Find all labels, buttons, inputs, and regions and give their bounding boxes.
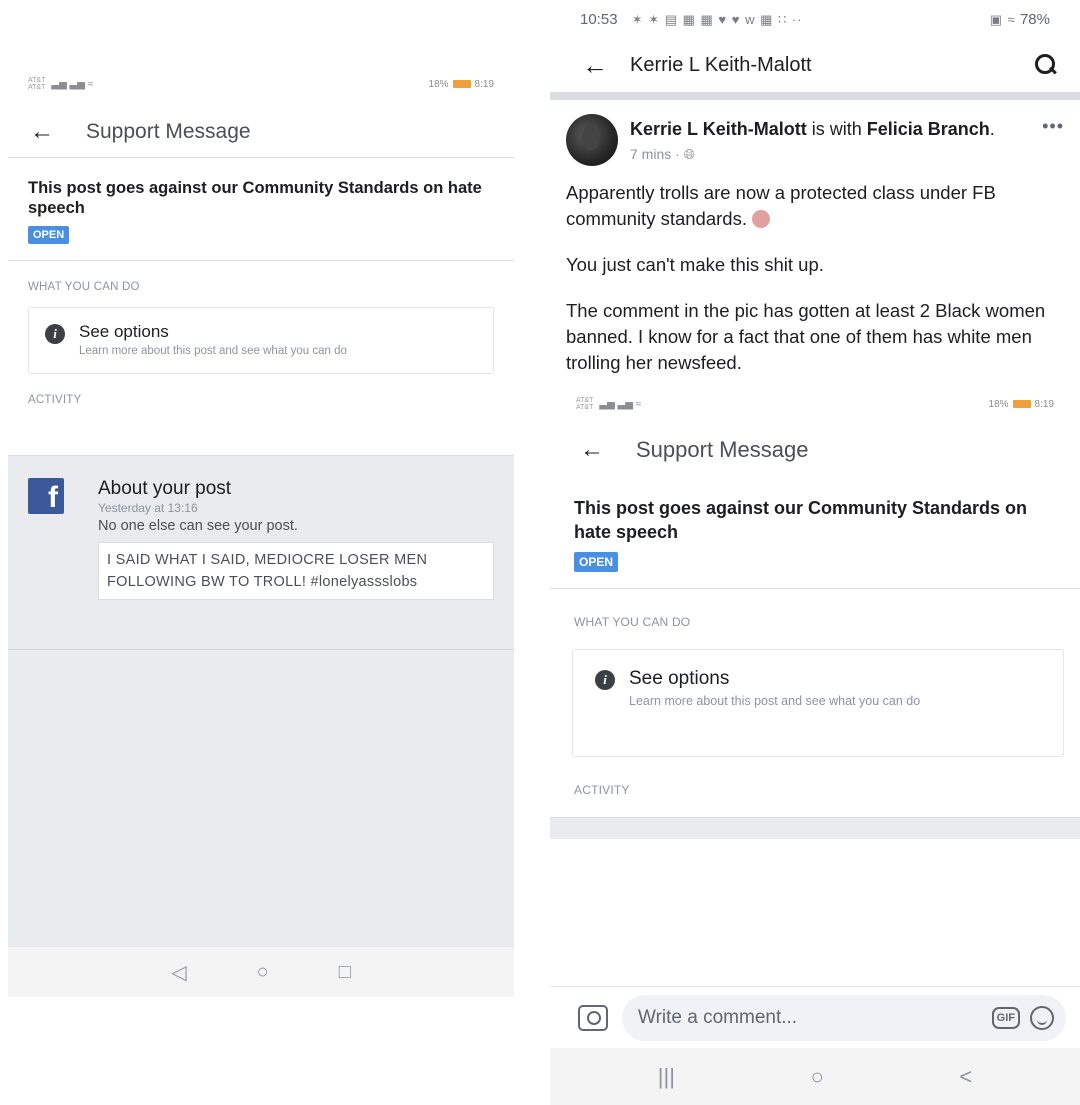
emoji-icon[interactable]: [1030, 1005, 1054, 1030]
post-paragraph: The comment in the pic has gotten at lea…: [566, 300, 1046, 373]
see-options-card[interactable]: i See options Learn more about this post…: [28, 307, 494, 374]
tagged-name[interactable]: Felicia Branch: [867, 119, 990, 139]
message-header: This post goes against our Community Sta…: [550, 476, 1080, 589]
right-screenshot: 10:53 ✶ ✶ ▤ ▦ ▦ ♥ ♥ w ▦ ∷ ·· ▣ ≈ 78% ← K…: [550, 0, 1080, 1105]
gif-button[interactable]: GIF: [991, 1006, 1020, 1029]
post-header: Kerrie L Keith-Malott is with Felicia Br…: [550, 100, 1080, 166]
post-paragraph: You just can't make this shit up.: [566, 254, 824, 275]
activity-title: About your post: [98, 478, 232, 499]
carrier-label: AT&T AT&T: [576, 397, 594, 411]
activity-list: f About your post Yesterday at 13:16 No …: [8, 455, 514, 946]
system-icons: ▣ ≈: [989, 11, 1016, 27]
search-icon[interactable]: [1034, 53, 1058, 77]
status-time: 10:53: [580, 10, 618, 28]
status-time: 8:19: [474, 78, 494, 90]
section-label-activity: ACTIVITY: [574, 783, 630, 797]
activity-strip: [550, 817, 1080, 839]
author-name[interactable]: Kerrie L Keith-Malott: [630, 119, 807, 139]
option-description: Learn more about this post and see what …: [629, 694, 921, 708]
profile-name: Kerrie L Keith-Malott: [630, 53, 812, 76]
notification-icons: ✶ ✶ ▤ ▦ ▦ ♥ ♥ w ▦ ∷ ··: [631, 11, 803, 27]
more-options-icon[interactable]: •••: [1042, 114, 1064, 166]
avatar[interactable]: [566, 114, 618, 166]
status-bar: 10:53 ✶ ✶ ▤ ▦ ▦ ♥ ♥ w ▦ ∷ ·· ▣ ≈ 78%: [550, 0, 1080, 38]
battery-percent: 78%: [1019, 10, 1050, 28]
comment-input[interactable]: Write a comment... GIF: [622, 994, 1066, 1041]
quoted-post: I SAID WHAT I SAID, MEDIOCRE LOSER MEN F…: [98, 542, 494, 600]
left-screenshot: AT&T AT&T ▃▅ ▃▅ ≈ 18% 8:19 ← Support Mes…: [8, 62, 514, 997]
status-badge: OPEN: [28, 226, 70, 244]
comment-placeholder: Write a comment...: [638, 1006, 798, 1028]
facebook-logo-icon: f: [28, 478, 64, 514]
section-label-what-you-can-do: WHAT YOU CAN DO: [574, 615, 691, 629]
signal-icon: ▃▅ ▃▅ ≈: [599, 398, 642, 410]
activity-subtitle: No one else can see your post.: [98, 518, 298, 534]
option-title: See options: [79, 322, 169, 341]
nav-back-icon[interactable]: ◁: [171, 960, 186, 985]
app-bar: ← Support Message: [8, 106, 514, 158]
with-text: is with: [811, 119, 862, 139]
nav-home-icon[interactable]: ○: [257, 961, 269, 984]
status-bar: AT&T AT&T ▃▅ ▃▅ ≈ 18% 8:19: [8, 62, 514, 106]
nav-back-icon[interactable]: <: [959, 1064, 972, 1090]
info-icon: i: [45, 324, 65, 344]
system-nav-bar: ||| ○ <: [550, 1048, 1080, 1105]
facepalm-emoji-icon: [752, 210, 771, 228]
status-bar: AT&T AT&T ▃▅ ▃▅ ≈ 18% 8:19: [550, 384, 1080, 424]
message-headline: This post goes against our Community Sta…: [28, 179, 482, 217]
post-paragraph: Apparently trolls are now a protected cl…: [566, 182, 996, 229]
nav-home-icon[interactable]: ○: [811, 1064, 824, 1090]
info-icon: i: [595, 670, 615, 690]
post-author-line: Kerrie L Keith-Malott is with Felicia Br…: [630, 114, 1030, 166]
battery-percent: 18%: [428, 78, 449, 90]
option-description: Learn more about this post and see what …: [79, 345, 347, 357]
page-title: Support Message: [636, 437, 809, 462]
page-title: Support Message: [86, 119, 251, 143]
section-label-what-you-can-do: WHAT YOU CAN DO: [28, 281, 140, 293]
see-options-card: i See options Learn more about this post…: [572, 649, 1064, 757]
message-headline: This post goes against our Community Sta…: [574, 498, 1028, 542]
option-title: See options: [629, 668, 730, 689]
message-header: This post goes against our Community Sta…: [8, 158, 514, 261]
battery-icon: [452, 80, 471, 88]
status-time: 8:19: [1034, 398, 1054, 410]
camera-icon[interactable]: [578, 1004, 608, 1031]
back-arrow-icon: ←: [580, 436, 604, 463]
back-arrow-icon[interactable]: ←: [30, 118, 86, 146]
comment-bar: Write a comment... GIF: [550, 986, 1080, 1048]
post-body: Apparently trolls are now a protected cl…: [550, 166, 1080, 376]
section-label-activity: ACTIVITY: [28, 394, 82, 406]
back-arrow-icon[interactable]: ←: [582, 50, 630, 81]
signal-icon: ▃▅ ▃▅ ≈: [51, 78, 94, 90]
nav-recents-icon[interactable]: □: [339, 961, 351, 984]
activity-time: Yesterday at 13:16: [98, 501, 198, 515]
profile-header: ← Kerrie L Keith-Malott: [550, 38, 1080, 100]
post-time: 7 mins · 🌐︎: [630, 146, 695, 162]
nav-recents-icon[interactable]: |||: [658, 1064, 675, 1090]
system-nav-bar: ◁ ○ □: [8, 946, 514, 997]
embedded-screenshot[interactable]: AT&T AT&T ▃▅ ▃▅ ≈ 18% 8:19 ← Support Mes…: [550, 384, 1080, 839]
battery-percent: 18%: [988, 398, 1009, 410]
battery-icon: [1012, 400, 1031, 408]
activity-item[interactable]: f About your post Yesterday at 13:16 No …: [8, 456, 514, 650]
globe-icon: 🌐︎: [683, 146, 695, 162]
app-bar: ← Support Message: [550, 424, 1080, 476]
carrier-label: AT&T AT&T: [28, 77, 46, 91]
status-badge: OPEN: [574, 552, 619, 572]
